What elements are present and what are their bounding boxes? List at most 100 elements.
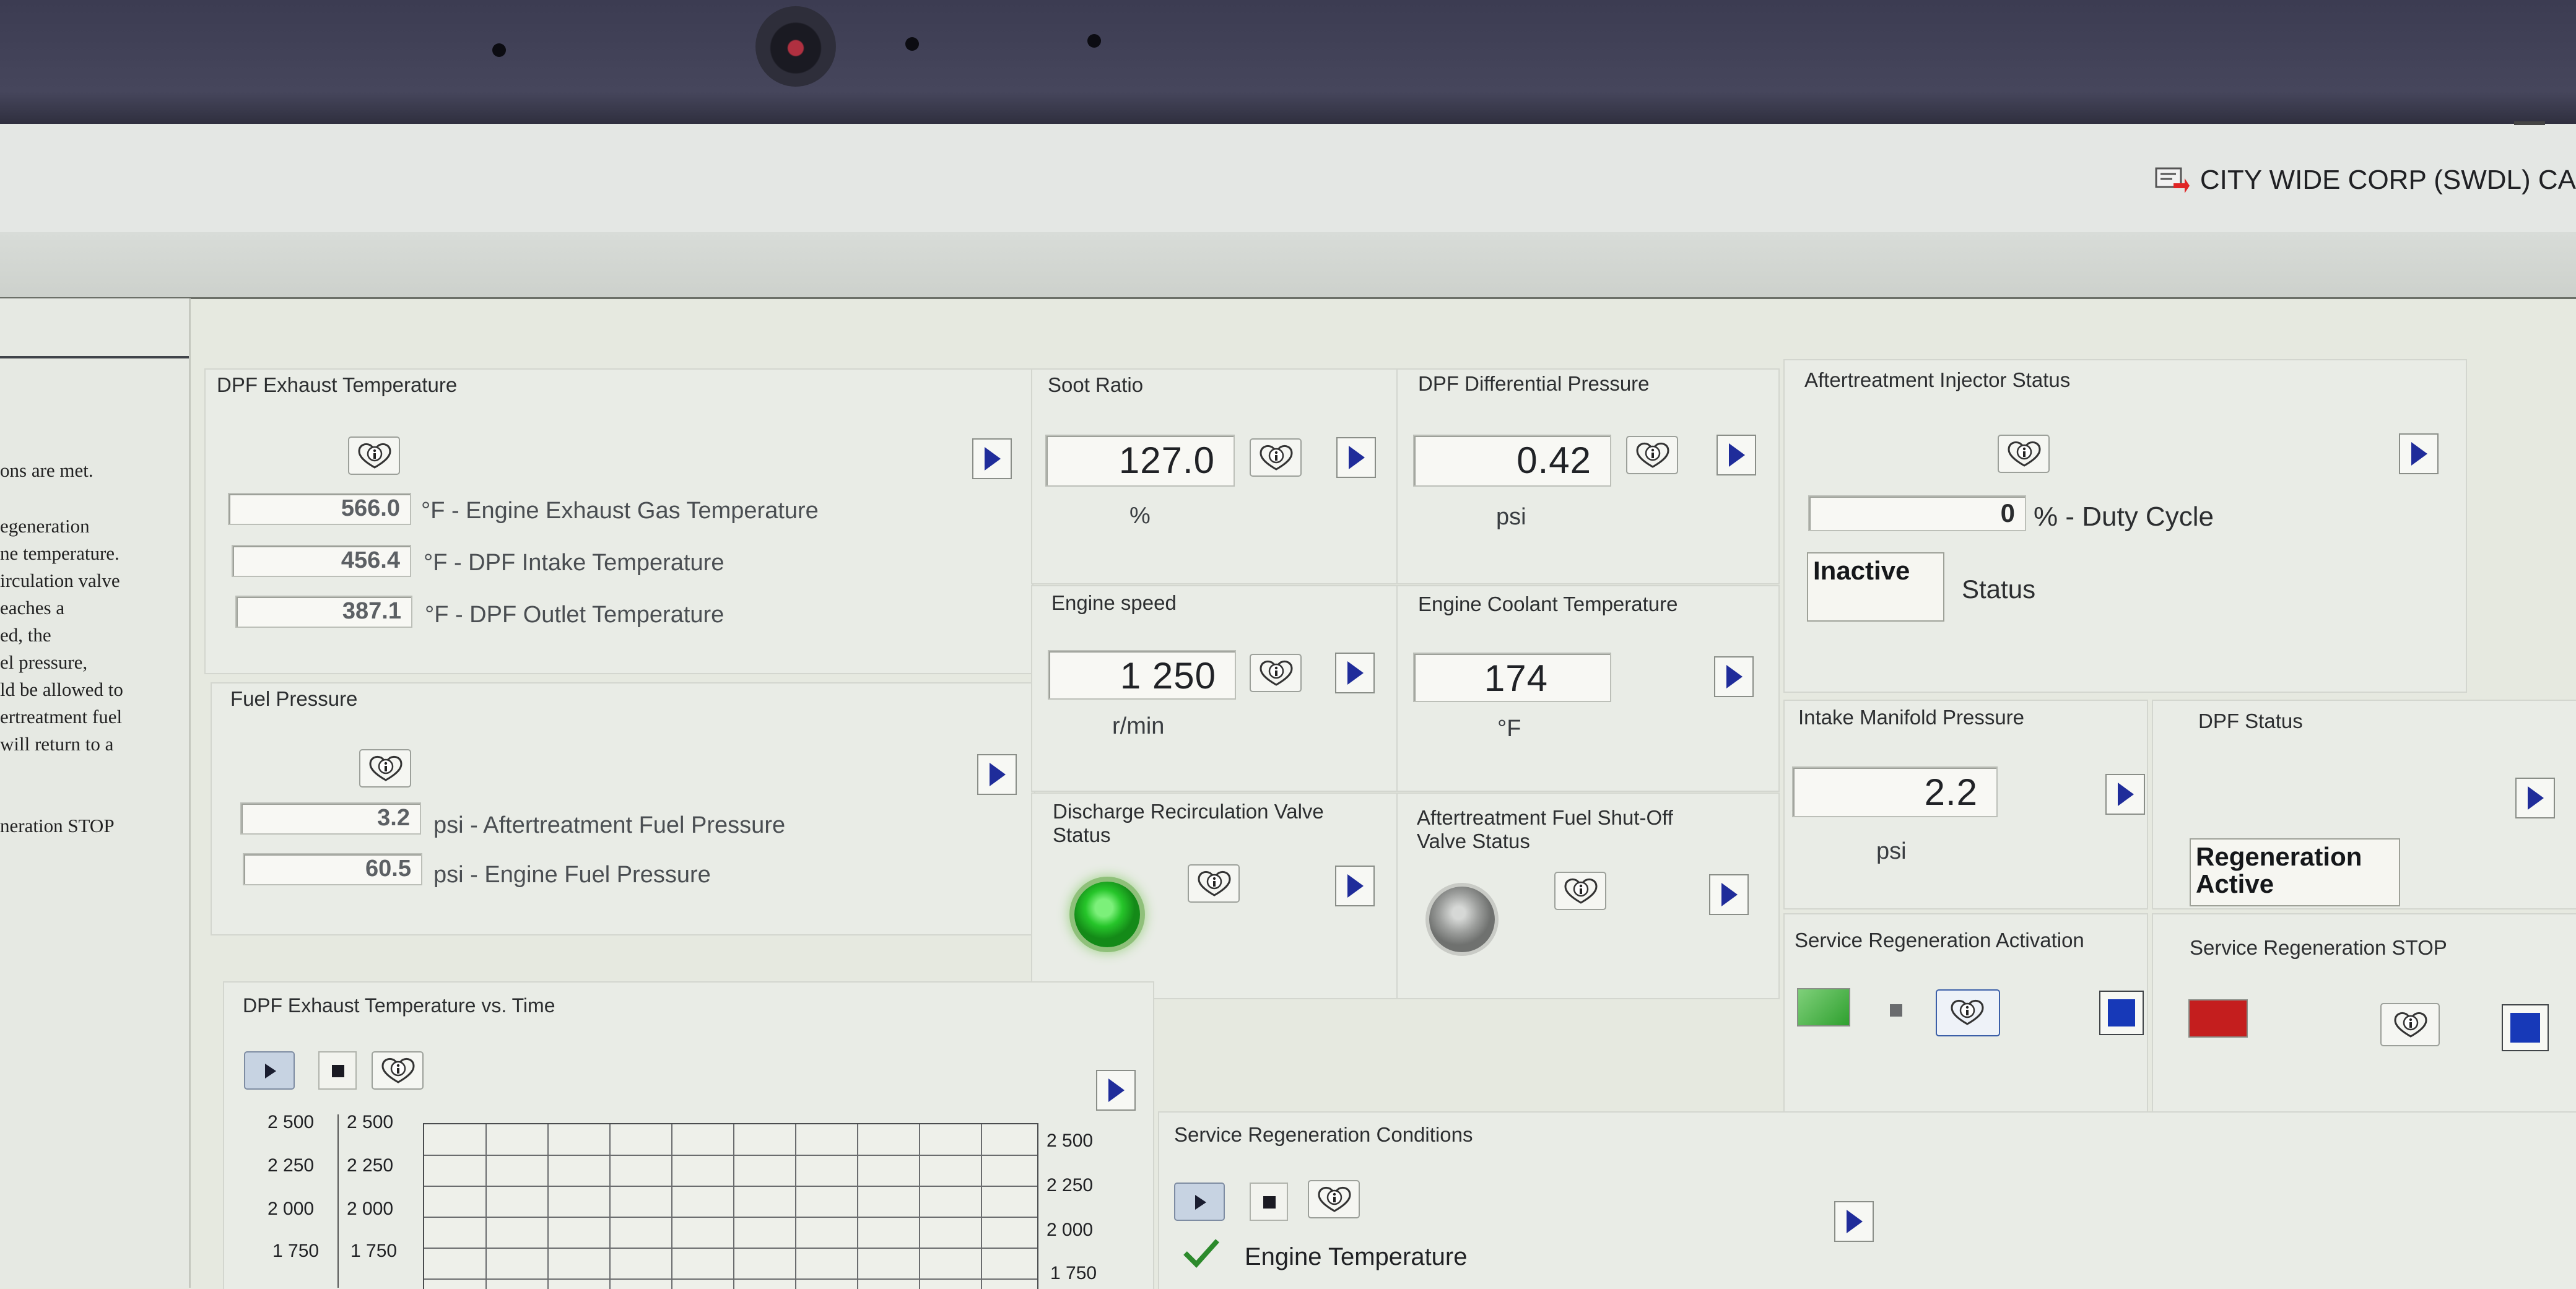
panel-title: Aftertreatment Injector Status — [1804, 368, 2071, 391]
dpf-outlet-temp-label: °F - DPF Outlet Temperature — [425, 602, 724, 628]
info-button[interactable] — [1250, 654, 1302, 692]
account-name: CITY WIDE CORP (SWDL) CA — [2200, 165, 2576, 195]
menu-bar — [0, 232, 2576, 299]
info-icon — [1260, 660, 1293, 686]
chart-plot-area — [423, 1123, 1038, 1289]
panel-title: Intake Manifold Pressure — [1798, 706, 2025, 729]
panel-menu-button[interactable] — [2515, 778, 2555, 818]
instruction-line: neration STOP — [0, 815, 115, 836]
engine-speed-value: 1 250 — [1048, 650, 1236, 700]
stop-square-icon — [2108, 999, 2135, 1026]
instruction-line: irculation valve — [0, 570, 120, 591]
aftertreatment-fuel-pressure-value: 3.2 — [240, 802, 421, 835]
engine-fuel-pressure-value: 60.5 — [243, 853, 422, 885]
info-button[interactable] — [1998, 435, 2050, 473]
engine-fuel-pressure-label: psi - Engine Fuel Pressure — [433, 862, 711, 888]
info-icon — [1951, 999, 1984, 1025]
info-icon — [2394, 1012, 2427, 1038]
chart-play-button[interactable] — [244, 1051, 295, 1090]
panel-menu-button[interactable] — [2399, 433, 2439, 474]
panel-menu-button[interactable] — [972, 438, 1012, 479]
info-button[interactable] — [1936, 989, 2000, 1036]
info-icon — [2008, 441, 2041, 467]
conditions-stop-button[interactable] — [1250, 1183, 1288, 1221]
duty-cycle-label: % - Duty Cycle — [2034, 501, 2214, 532]
info-icon — [381, 1057, 415, 1083]
instruction-line: el pressure, — [0, 651, 88, 673]
info-icon — [358, 443, 391, 469]
panel-title: Fuel Pressure — [230, 687, 358, 710]
stop-square-icon — [1890, 1004, 1902, 1017]
chart-mid-tick: 1 750 — [350, 1241, 398, 1261]
panel-title: Service Regeneration Activation — [1795, 929, 2084, 952]
chart-left-tick: 2 500 — [268, 1112, 315, 1132]
chart-stop-button[interactable] — [318, 1051, 357, 1090]
info-button[interactable] — [1626, 436, 1678, 474]
engine-coolant-value: 174 — [1413, 653, 1611, 702]
panel-menu-button[interactable] — [1717, 435, 1756, 475]
instruction-line: egeneration — [0, 515, 90, 537]
regeneration-stop-button[interactable] — [2502, 1004, 2549, 1051]
panel-menu-button[interactable] — [1834, 1201, 1874, 1242]
panel-menu-button[interactable] — [1096, 1070, 1136, 1111]
panel-menu-button[interactable] — [1335, 653, 1375, 693]
condition-engine-temperature: Engine Temperature — [1245, 1243, 1468, 1270]
injector-status-label: Status — [1962, 575, 2036, 604]
chart-right-tick: 2 500 — [1046, 1131, 1094, 1151]
chart-title: DPF Exhaust Temperature vs. Time — [243, 994, 555, 1017]
chart-mid-tick: 2 000 — [347, 1199, 394, 1219]
info-button[interactable] — [372, 1051, 424, 1090]
intake-manifold-pressure-value: 2.2 — [1792, 766, 1998, 817]
panel-menu-button[interactable] — [1709, 874, 1749, 915]
soot-ratio-value: 127.0 — [1045, 435, 1235, 487]
stop-square-icon — [2510, 1013, 2540, 1043]
instruction-line: ed, the — [0, 624, 51, 646]
dpf-status-value: Regeneration Active — [2190, 838, 2400, 906]
info-button[interactable] — [1308, 1180, 1360, 1218]
chart-left-tick: 2 250 — [268, 1155, 315, 1176]
conditions-play-button[interactable] — [1174, 1183, 1225, 1221]
discharge-valve-status-led — [1074, 882, 1140, 947]
fuel-shutoff-valve-status-led — [1429, 887, 1495, 952]
panel-menu-button[interactable] — [1335, 866, 1375, 906]
panel-title: Discharge Recirculation Valve Status — [1053, 800, 1324, 846]
info-button[interactable] — [359, 749, 411, 788]
panel-menu-button[interactable] — [1336, 437, 1376, 478]
chart-mid-tick: 2 500 — [347, 1112, 394, 1132]
minimize-button[interactable] — [2514, 121, 2545, 125]
chart-axis-line — [337, 1114, 339, 1288]
panel-title: Service Regeneration STOP — [2190, 936, 2447, 959]
info-button[interactable] — [1554, 872, 1606, 910]
account-card-icon[interactable] — [2155, 166, 2191, 193]
panel-title: DPF Status — [2198, 710, 2303, 732]
engine-speed-unit: r/min — [1112, 713, 1165, 739]
chart-grid — [424, 1124, 1037, 1289]
panel-title: Service Regeneration Conditions — [1174, 1123, 1473, 1146]
regeneration-activation-stop-button[interactable] — [2099, 991, 2144, 1035]
engine-exhaust-gas-temp-label: °F - Engine Exhaust Gas Temperature — [421, 498, 819, 524]
panel-title: DPF Differential Pressure — [1418, 372, 1650, 395]
info-button[interactable] — [1250, 438, 1302, 477]
dpf-intake-temp-value: 456.4 — [232, 545, 411, 577]
panel-title: DPF Exhaust Temperature — [217, 373, 458, 396]
instruction-line: ne temperature. — [0, 542, 120, 564]
panel-menu-button[interactable] — [1714, 656, 1754, 697]
engine-exhaust-gas-temp-value: 566.0 — [228, 493, 411, 525]
aftertreatment-fuel-pressure-label: psi - Aftertreatment Fuel Pressure — [433, 812, 786, 838]
info-icon — [1564, 878, 1598, 904]
panel-title: Engine speed — [1051, 591, 1177, 614]
injector-status-value: Inactive — [1807, 552, 1944, 622]
info-icon — [1318, 1186, 1351, 1212]
info-button[interactable] — [348, 436, 400, 475]
panel-menu-button[interactable] — [2105, 774, 2145, 815]
duty-cycle-value: 0 — [1808, 495, 2026, 531]
chart-right-tick: 2 000 — [1046, 1220, 1094, 1240]
regeneration-stop-indicator — [2188, 999, 2248, 1038]
pane-divider — [0, 356, 189, 358]
panel-title: Aftertreatment Fuel Shut-Off Valve Statu… — [1417, 806, 1673, 853]
panel-menu-button[interactable] — [977, 754, 1017, 795]
instruction-line: eaches a — [0, 597, 65, 618]
chart-right-tick: 1 750 — [1050, 1263, 1097, 1283]
info-button[interactable] — [1188, 864, 1240, 903]
info-button[interactable] — [2380, 1003, 2440, 1046]
